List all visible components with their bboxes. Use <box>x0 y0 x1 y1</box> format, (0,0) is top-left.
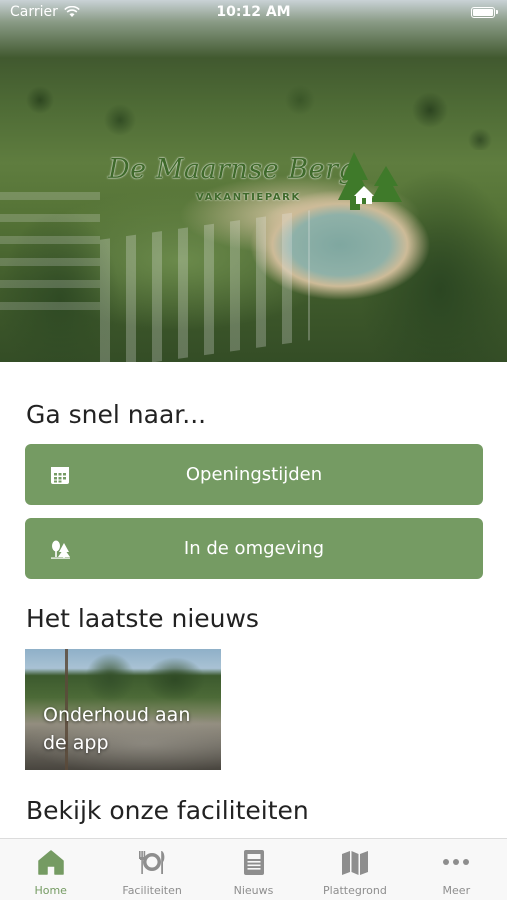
tab-news[interactable]: Nieuws <box>203 839 304 900</box>
opening-hours-label: Openingstijden <box>185 464 323 485</box>
dining-icon <box>139 851 165 874</box>
hero-caravans-left <box>0 180 100 310</box>
logo-script-text: De Maarnse Berg <box>108 154 357 185</box>
surroundings-label: In de omgeving <box>183 538 325 559</box>
status-time: 10:12 AM <box>216 4 291 20</box>
map-icon <box>341 851 368 875</box>
hero-image: De Maarnse Berg VAKANTIEPARK Carrier 10:… <box>0 0 507 362</box>
home-icon <box>37 850 64 875</box>
tab-facilities[interactable]: Faciliteiten <box>101 839 202 900</box>
tab-bar: Home Faciliteiten Nieuws Plattegrond Mee… <box>0 838 507 900</box>
hero-caravans <box>100 210 310 362</box>
hero-forest <box>0 40 507 150</box>
more-icon <box>443 859 470 865</box>
park-logo: De Maarnse Berg VAKANTIEPARK <box>108 150 408 220</box>
tab-map[interactable]: Plattegrond <box>304 839 405 900</box>
tab-facilities-label: Faciliteiten <box>122 884 182 897</box>
tab-map-label: Plattegrond <box>323 884 387 897</box>
tab-home-label: Home <box>34 884 67 897</box>
news-image-tree <box>145 657 205 702</box>
news-card-title: Onderhoud aan de app <box>43 704 191 754</box>
status-bar: Carrier 10:12 AM <box>0 0 507 26</box>
tab-news-label: Nieuws <box>233 884 274 897</box>
tab-more[interactable]: Meer <box>406 839 507 900</box>
surroundings-button[interactable]: In de omgeving <box>25 518 483 579</box>
battery-icon <box>471 7 498 18</box>
tab-more-label: Meer <box>442 884 471 897</box>
opening-hours-button[interactable]: Openingstijden <box>25 444 483 505</box>
logo-trees-icon <box>338 152 402 210</box>
logo-subtitle: VAKANTIEPARK <box>196 192 301 203</box>
newspaper-icon <box>243 850 264 875</box>
news-image-tree <box>85 653 135 703</box>
facilities-section-title: Bekijk onze faciliteiten <box>26 796 309 825</box>
news-section-title: Het laatste nieuws <box>26 604 259 633</box>
tab-home[interactable]: Home <box>0 839 101 900</box>
news-card[interactable]: Onderhoud aan de app <box>25 649 221 770</box>
quick-links-title: Ga snel naar... <box>26 400 207 429</box>
